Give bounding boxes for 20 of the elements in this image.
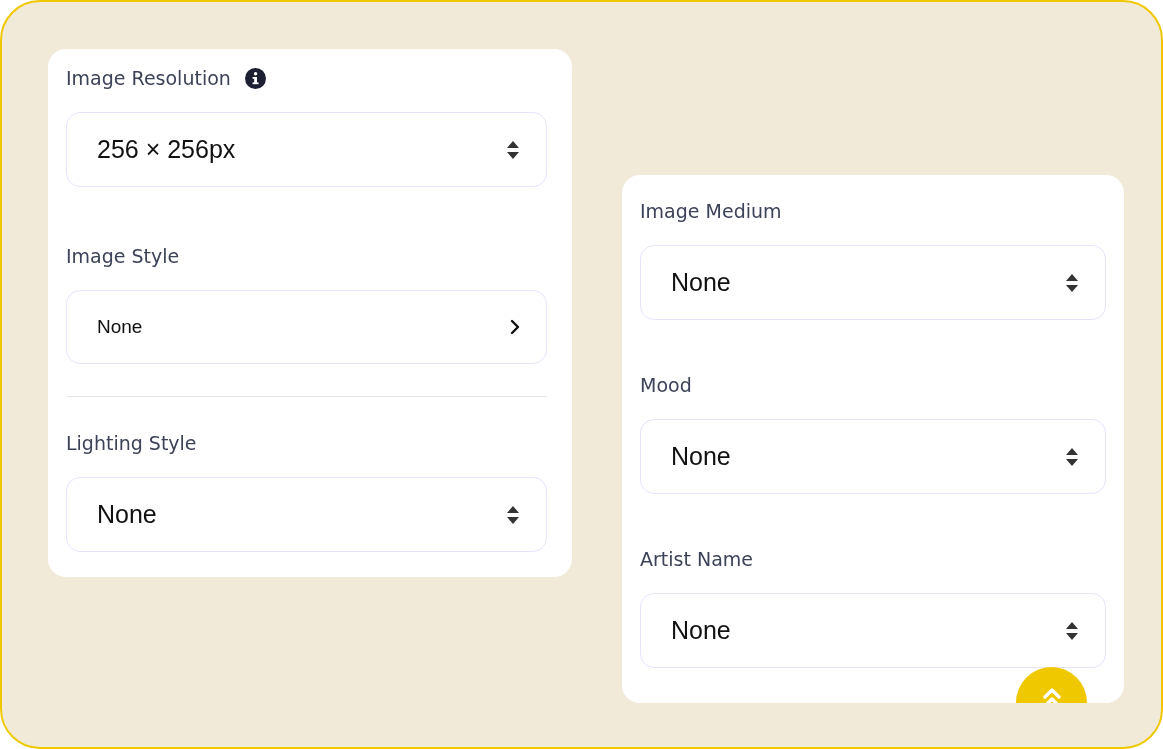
select-field[interactable]: None — [640, 419, 1106, 494]
up-down-icon — [1065, 272, 1079, 293]
select-field[interactable]: None — [66, 477, 547, 552]
field-label: Lighting Style — [66, 431, 197, 455]
info-icon[interactable] — [244, 67, 266, 89]
select-field[interactable]: 256 × 256px — [66, 112, 547, 187]
field-label: Mood — [640, 373, 692, 397]
double-chevron-up-icon — [1042, 687, 1061, 703]
field-label: Image Medium — [640, 199, 782, 223]
field-label: Artist Name — [640, 547, 753, 571]
up-down-icon — [1065, 620, 1079, 641]
select-field[interactable]: None — [640, 593, 1106, 668]
field-label: Image Style — [66, 244, 180, 268]
field-label: Image Resolution — [66, 66, 231, 90]
up-down-icon — [1065, 446, 1079, 467]
picker-field[interactable]: None — [66, 290, 547, 364]
up-down-icon — [506, 139, 520, 160]
up-down-icon — [506, 504, 520, 525]
select-field[interactable]: None — [640, 245, 1106, 320]
chevron-right-icon — [510, 319, 520, 335]
